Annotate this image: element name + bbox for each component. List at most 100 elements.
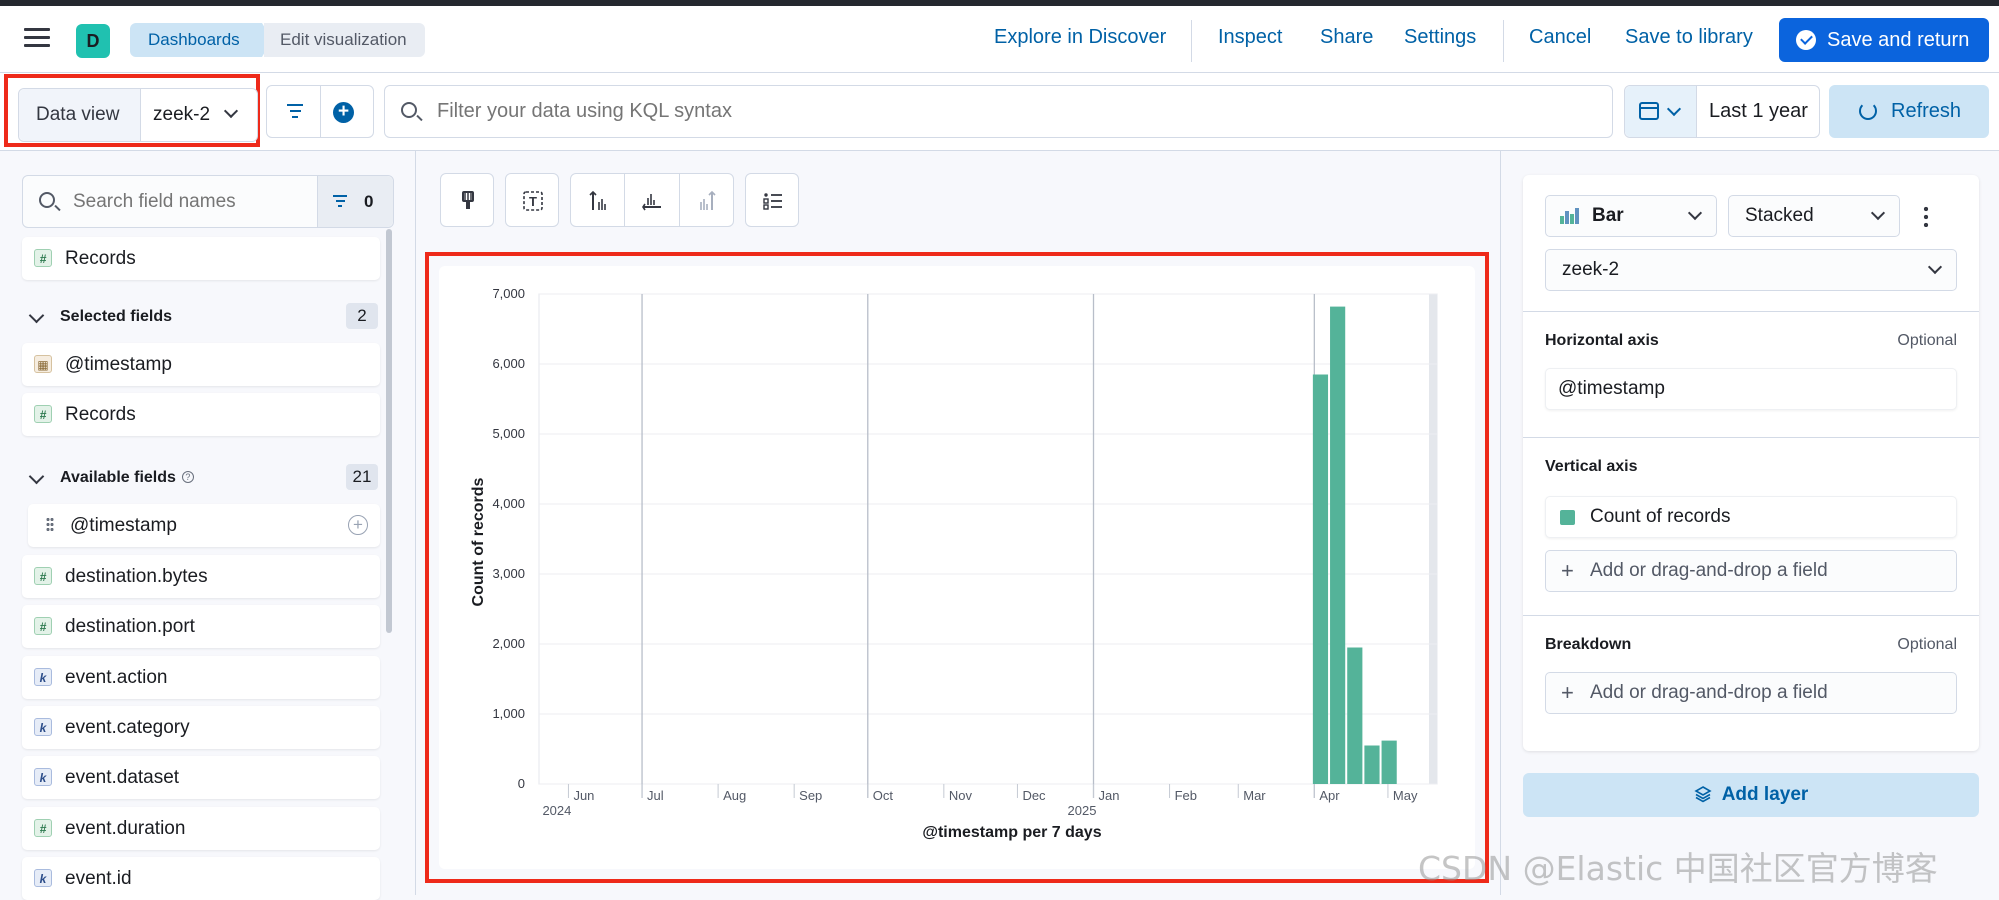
y-tick-label: 7,000 [492, 286, 525, 301]
bottom-axis-icon [642, 194, 661, 211]
keyword-type-icon: k [34, 718, 52, 736]
bar-chart[interactable]: 0 1,000 2,000 3,000 4,000 5,000 6,000 7,000 Jun… [439, 266, 1475, 869]
kql-search-bar[interactable] [384, 85, 1613, 138]
legend-button[interactable] [745, 173, 799, 227]
chevron-down-icon [28, 307, 45, 324]
field-filter-button[interactable]: 0 [317, 176, 393, 227]
date-picker[interactable]: Last 1 year [1624, 85, 1820, 138]
x-tick-label: Jul [647, 788, 664, 803]
breadcrumb-dashboards[interactable]: Dashboards [130, 23, 272, 57]
bar [1330, 306, 1346, 784]
save-and-return-button[interactable]: Save and return [1779, 18, 1989, 62]
x-tick-label: Sep [799, 788, 822, 803]
field-item[interactable]: k event.action [22, 656, 380, 699]
breakdown-add-field[interactable]: Add or drag-and-drop a field [1545, 672, 1957, 714]
data-view-picker[interactable]: Data view zeek-2 [18, 88, 258, 142]
help-icon[interactable]: ? [181, 471, 194, 483]
y-tick-label: 3,000 [492, 566, 525, 581]
series-color-swatch[interactable] [1560, 510, 1575, 525]
share-link[interactable]: Share [1320, 26, 1373, 49]
vertical-axis-title: Vertical axis [1545, 458, 1638, 475]
field-item[interactable]: # event.duration [22, 807, 380, 850]
appearance-button[interactable] [440, 173, 494, 227]
refresh-button[interactable]: Refresh [1829, 85, 1989, 138]
vertical-axis-field[interactable]: Count of records [1545, 496, 1957, 538]
right-axis-button[interactable] [680, 174, 734, 226]
y-tick-label: 6,000 [492, 356, 525, 371]
y-tick-labels: 0 1,000 2,000 3,000 4,000 5,000 6,000 7,000 [492, 286, 525, 791]
drag-handle-icon[interactable] [46, 517, 54, 533]
settings-link[interactable]: Settings [1404, 26, 1476, 49]
inspect-link[interactable]: Inspect [1218, 26, 1282, 49]
gridlines [538, 293, 1438, 798]
space-avatar[interactable]: D [76, 24, 110, 58]
chart-type-value: Bar [1592, 205, 1624, 226]
paint-brush-icon [462, 191, 474, 209]
app-header: D Dashboards Edit visualization Explore … [0, 6, 1999, 73]
filter-count: 0 [364, 192, 374, 211]
x-tick-label: Jan [1099, 788, 1120, 803]
horizontal-axis-field[interactable]: @timestamp [1545, 368, 1957, 410]
data-view-highlight: Data view zeek-2 [4, 74, 260, 147]
add-filter-icon[interactable]: + [333, 102, 354, 123]
x-tick-label: May [1393, 788, 1418, 803]
field-search[interactable]: 0 [22, 175, 394, 228]
layer-data-view-select[interactable]: zeek-2 [1545, 249, 1957, 291]
quick-menu-button[interactable] [1625, 86, 1697, 137]
selected-fields-label: Selected fields [60, 308, 173, 325]
optional-label: Optional [1897, 332, 1957, 349]
y-tick-label: 0 [518, 776, 525, 791]
mode-value: Stacked [1745, 205, 1814, 226]
chart-type-select[interactable]: Bar [1545, 195, 1717, 237]
svg-text:T: T [529, 194, 537, 209]
field-name: @timestamp [65, 354, 172, 375]
menu-icon[interactable] [24, 28, 50, 50]
layer-data-view-value: zeek-2 [1562, 259, 1620, 280]
field-item[interactable]: k event.category [22, 706, 380, 749]
x-tick-label: Mar [1243, 788, 1266, 803]
explore-in-discover-link[interactable]: Explore in Discover [994, 26, 1166, 49]
field-item[interactable]: # destination.bytes [22, 555, 380, 598]
field-list-panel: 0 # Records Selected fields 2 ▦ @timesta… [0, 151, 416, 900]
chart-highlight: 0 1,000 2,000 3,000 4,000 5,000 6,000 7,000 Jun… [425, 252, 1489, 883]
field-item-timestamp[interactable]: ▦ @timestamp [22, 343, 380, 386]
chart-card[interactable]: 0 1,000 2,000 3,000 4,000 5,000 6,000 7,000 Jun… [439, 266, 1475, 869]
field-item[interactable]: k event.dataset [22, 756, 380, 799]
add-layer-button[interactable]: Add layer [1523, 773, 1979, 817]
field-item[interactable]: # destination.port [22, 605, 380, 648]
filter-controls[interactable]: + [266, 85, 374, 138]
legend-icon [763, 193, 782, 210]
field-item-timestamp-drag[interactable]: @timestamp + [28, 504, 380, 547]
field-name: destination.port [65, 616, 195, 637]
save-to-library-link[interactable]: Save to library [1625, 26, 1753, 49]
header-divider [1191, 20, 1192, 62]
field-item-records[interactable]: # Records [22, 237, 380, 280]
mode-select[interactable]: Stacked [1728, 195, 1900, 237]
x-axis-title: @timestamp per 7 days [922, 824, 1101, 841]
y-tick-label: 4,000 [492, 496, 525, 511]
filter-icon [332, 195, 348, 210]
left-axis-button[interactable] [571, 174, 625, 226]
filter-icon[interactable] [283, 104, 307, 120]
bar [1312, 374, 1329, 784]
add-field-icon[interactable]: + [348, 515, 368, 535]
bottom-axis-button[interactable] [625, 174, 680, 226]
titles-and-text-button[interactable]: T [505, 173, 559, 227]
data-view-value[interactable]: zeek-2 [153, 89, 239, 141]
header-divider [1503, 20, 1504, 62]
layer-actions-icon[interactable] [1923, 205, 1929, 227]
text-icon: T [523, 191, 543, 211]
field-search-input[interactable] [73, 176, 323, 227]
kql-search-input[interactable] [437, 86, 1597, 137]
cancel-link[interactable]: Cancel [1529, 26, 1591, 49]
search-icon [39, 192, 55, 208]
field-name: event.action [65, 667, 168, 688]
x-tick-label: Apr [1319, 788, 1340, 803]
field-name: destination.bytes [65, 566, 208, 587]
layer-card: Bar Stacked zeek-2 Horizontal axis Optio… [1523, 175, 1979, 751]
scrollbar[interactable] [386, 229, 392, 633]
time-range-text[interactable]: Last 1 year [1709, 86, 1808, 137]
vertical-axis-add-field[interactable]: Add or drag-and-drop a field [1545, 550, 1957, 592]
field-item-records[interactable]: # Records [22, 393, 380, 436]
field-item[interactable]: k event.id [22, 857, 380, 900]
